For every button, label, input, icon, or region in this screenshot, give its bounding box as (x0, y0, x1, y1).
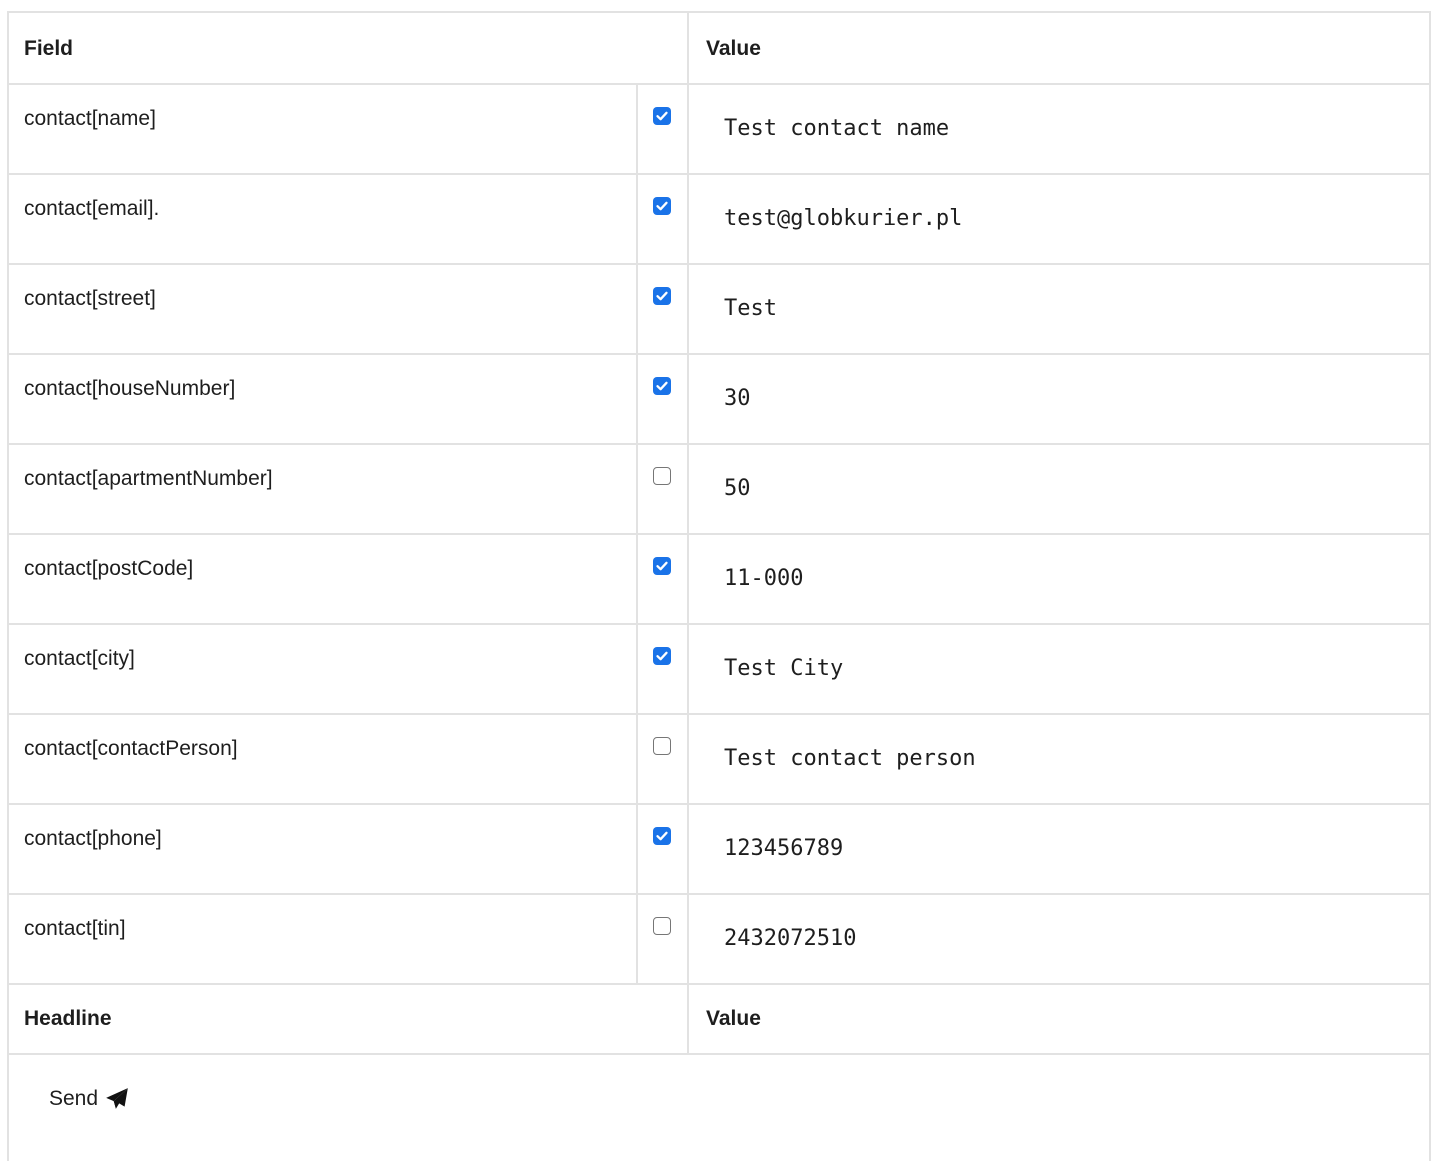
column-divider (636, 715, 638, 805)
table-row: contact[postCode] 11-000 (7, 535, 1431, 625)
field-name: contact[phone] (24, 827, 162, 850)
field-name: contact[postCode] (24, 557, 194, 580)
field-value[interactable]: 2432072510 (724, 926, 856, 951)
column-divider (687, 175, 689, 265)
column-divider (687, 805, 689, 895)
include-checkbox[interactable] (653, 647, 671, 665)
include-checkbox[interactable] (653, 197, 671, 215)
column-divider (636, 535, 638, 625)
column-divider (636, 625, 638, 715)
headline-value-label: Value (706, 1007, 761, 1030)
check-icon (656, 291, 668, 301)
field-value[interactable]: Test contact name (724, 116, 949, 141)
check-icon (656, 201, 668, 211)
table-row: contact[apartmentNumber] 50 (7, 445, 1431, 535)
send-label: Send (49, 1087, 99, 1110)
field-value[interactable]: 11-000 (724, 566, 803, 591)
check-icon (656, 831, 668, 841)
field-value[interactable]: 123456789 (724, 836, 843, 861)
include-checkbox[interactable] (653, 737, 671, 755)
field-name: contact[contactPerson] (24, 737, 238, 760)
field-name: contact[email]. (24, 197, 160, 220)
column-divider (687, 715, 689, 805)
column-divider (636, 265, 638, 355)
header-field-label: Field (24, 37, 74, 60)
field-value[interactable]: Test contact person (724, 746, 976, 771)
column-divider (636, 895, 638, 985)
column-divider (687, 355, 689, 445)
include-checkbox[interactable] (653, 557, 671, 575)
column-divider (687, 983, 689, 1055)
field-value[interactable]: 30 (724, 386, 751, 411)
send-button[interactable]: Send (49, 1086, 130, 1112)
include-checkbox[interactable] (653, 377, 671, 395)
field-value[interactable]: test@globkurier.pl (724, 206, 962, 231)
table-row: contact[houseNumber] 30 (7, 355, 1431, 445)
include-checkbox[interactable] (653, 287, 671, 305)
check-icon (656, 381, 668, 391)
field-name: contact[tin] (24, 917, 126, 940)
column-divider (687, 535, 689, 625)
check-icon (656, 111, 668, 121)
check-icon (656, 561, 668, 571)
column-divider (687, 85, 689, 175)
field-name: contact[city] (24, 647, 135, 670)
field-value[interactable]: Test (724, 296, 777, 321)
include-checkbox[interactable] (653, 917, 671, 935)
column-divider (636, 805, 638, 895)
table-row: contact[street] Test (7, 265, 1431, 355)
include-checkbox[interactable] (653, 467, 671, 485)
header-value-label: Value (706, 37, 761, 60)
table-header-row: Field Value (7, 13, 1431, 85)
table-row: contact[email]. test@globkurier.pl (7, 175, 1431, 265)
field-name: contact[houseNumber] (24, 377, 236, 400)
paper-plane-icon (104, 1086, 130, 1112)
column-divider (636, 355, 638, 445)
field-name: contact[apartmentNumber] (24, 467, 273, 490)
field-name: contact[street] (24, 287, 156, 310)
check-icon (656, 651, 668, 661)
table-row: contact[contactPerson] Test contact perso… (7, 715, 1431, 805)
column-divider (687, 895, 689, 985)
include-checkbox[interactable] (653, 107, 671, 125)
column-divider (636, 85, 638, 175)
field-value[interactable]: 50 (724, 476, 751, 501)
include-checkbox[interactable] (653, 827, 671, 845)
field-value[interactable]: Test City (724, 656, 843, 681)
column-divider (636, 175, 638, 265)
headline-header-row: Headline Value (7, 983, 1431, 1055)
table-row: contact[tin] 2432072510 (7, 895, 1431, 985)
column-divider (687, 13, 689, 85)
column-divider (687, 265, 689, 355)
table-row: contact[name] Test contact name (7, 85, 1431, 175)
column-divider (687, 625, 689, 715)
table-row: contact[city] Test City (7, 625, 1431, 715)
column-divider (687, 445, 689, 535)
table-row: contact[phone] 123456789 (7, 805, 1431, 895)
column-divider (636, 445, 638, 535)
field-name: contact[name] (24, 107, 156, 130)
headline-label: Headline (24, 1007, 112, 1030)
